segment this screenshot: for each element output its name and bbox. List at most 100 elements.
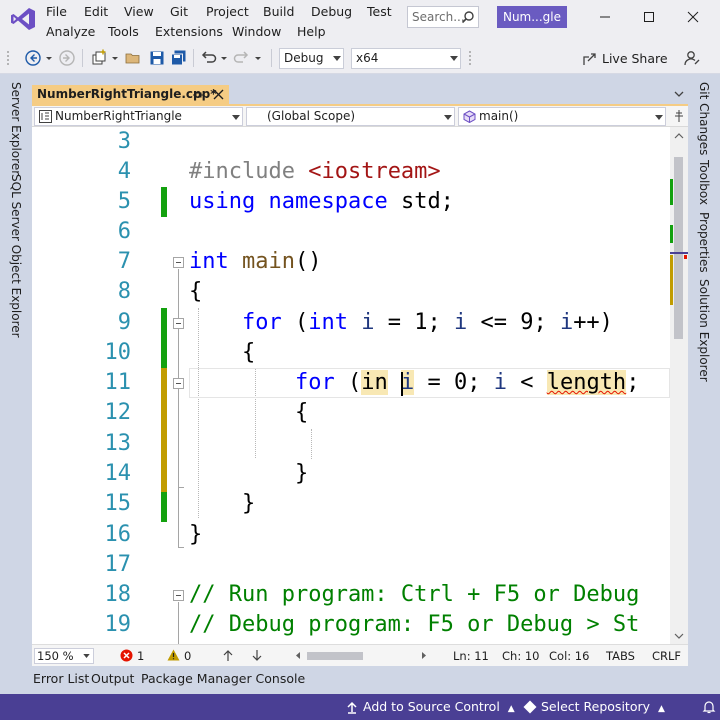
zoom-select[interactable]: 150 % bbox=[34, 648, 94, 664]
error-list-tab[interactable]: Error List bbox=[33, 671, 89, 686]
sql-server-object-explorer-tab[interactable]: SQL Server Object Explorer bbox=[9, 174, 23, 338]
new-project-dropdown-icon[interactable] bbox=[110, 49, 120, 67]
split-editor-icon[interactable] bbox=[672, 110, 686, 122]
undo-dropdown-icon[interactable] bbox=[219, 49, 229, 67]
open-file-icon[interactable] bbox=[124, 49, 142, 67]
menu-help[interactable]: Help bbox=[296, 24, 327, 40]
vertical-scrollbar[interactable] bbox=[670, 127, 688, 644]
menu-test[interactable]: Test bbox=[366, 4, 393, 20]
line-number: 19 bbox=[104, 612, 132, 637]
navigation-bar: NumberRightTriangle (Global Scope) main(… bbox=[32, 106, 688, 127]
close-window-icon[interactable] bbox=[681, 6, 705, 28]
warning-icon[interactable] bbox=[167, 649, 180, 661]
arrow-up-icon[interactable] bbox=[222, 649, 234, 662]
title-bar: File Edit View Git Project Build Debug T… bbox=[0, 0, 720, 43]
code-text: { bbox=[294, 400, 309, 425]
navigate-back-icon[interactable] bbox=[24, 49, 42, 67]
horizontal-scrollbar-thumb[interactable] bbox=[307, 652, 363, 660]
scroll-up-icon[interactable] bbox=[674, 132, 684, 140]
variable: i bbox=[493, 370, 507, 395]
indentation-indicator[interactable]: TABS bbox=[606, 649, 635, 663]
code-text: std; bbox=[387, 189, 454, 214]
tab-list-dropdown-icon[interactable] bbox=[672, 87, 686, 101]
line-number: 10 bbox=[104, 340, 132, 365]
line-indicator[interactable]: Ln: 11 bbox=[453, 649, 489, 663]
collapse-comment-icon[interactable] bbox=[173, 590, 184, 601]
chevron-down-icon bbox=[655, 115, 663, 120]
solution-name-badge[interactable]: Num...gle bbox=[497, 6, 567, 28]
outline-end bbox=[178, 547, 184, 548]
menu-debug[interactable]: Debug bbox=[310, 4, 353, 20]
line-number: 14 bbox=[104, 461, 132, 486]
menu-file[interactable]: File bbox=[45, 4, 68, 20]
navigate-forward-icon[interactable] bbox=[58, 49, 76, 67]
menu-tools[interactable]: Tools bbox=[107, 24, 140, 40]
save-icon[interactable] bbox=[148, 49, 166, 67]
platform-select[interactable]: x64 bbox=[351, 48, 461, 69]
visual-studio-logo-icon[interactable] bbox=[10, 6, 36, 32]
menu-extensions[interactable]: Extensions bbox=[154, 24, 224, 40]
add-to-source-control-button[interactable]: Add to Source Control ▲ bbox=[345, 699, 515, 714]
properties-tab[interactable]: Properties bbox=[697, 212, 711, 273]
output-tab[interactable]: Output bbox=[91, 671, 134, 686]
server-explorer-tab[interactable]: Server Explorer bbox=[9, 82, 23, 175]
live-share-button[interactable]: Live Share bbox=[580, 49, 668, 69]
select-repository-button[interactable]: Select Repository ▲ bbox=[523, 699, 665, 714]
close-icon[interactable] bbox=[213, 89, 224, 100]
member-dropdown[interactable]: main() bbox=[458, 107, 666, 126]
configuration-select[interactable]: Debug bbox=[279, 48, 344, 69]
scrollbar-thumb[interactable] bbox=[674, 157, 683, 339]
line-ending-indicator[interactable]: CRLF bbox=[652, 649, 681, 663]
search-box[interactable]: Search... bbox=[407, 6, 479, 28]
scroll-right-icon[interactable] bbox=[420, 651, 428, 660]
live-share-label: Live Share bbox=[602, 51, 668, 66]
menu-view[interactable]: View bbox=[123, 4, 155, 20]
git-diamond-icon bbox=[523, 700, 537, 714]
error-icon[interactable] bbox=[120, 649, 133, 662]
new-project-icon[interactable] bbox=[90, 49, 108, 67]
error-count[interactable]: 1 bbox=[137, 649, 144, 663]
text-caret bbox=[401, 372, 403, 396]
feedback-person-icon[interactable] bbox=[683, 49, 701, 67]
collapse-inner-for-icon[interactable] bbox=[173, 378, 184, 389]
menu-build[interactable]: Build bbox=[262, 4, 295, 20]
menu-git[interactable]: Git bbox=[169, 4, 189, 20]
collapse-main-icon[interactable] bbox=[173, 257, 184, 268]
maximize-icon[interactable] bbox=[637, 6, 661, 28]
scroll-down-icon[interactable] bbox=[674, 632, 684, 640]
collapse-for-icon[interactable] bbox=[173, 318, 184, 329]
menu-analyze[interactable]: Analyze bbox=[45, 24, 96, 40]
add-to-source-control-label: Add to Source Control bbox=[363, 699, 500, 714]
char-indicator[interactable]: Ch: 10 bbox=[502, 649, 539, 663]
code-text: = 1; bbox=[374, 310, 454, 335]
notifications-bell-icon[interactable] bbox=[702, 700, 716, 714]
undo-icon[interactable] bbox=[199, 49, 217, 67]
back-dropdown-icon[interactable] bbox=[44, 49, 54, 67]
pin-icon[interactable] bbox=[192, 89, 204, 101]
project-dropdown[interactable]: NumberRightTriangle bbox=[34, 107, 243, 126]
menu-window[interactable]: Window bbox=[231, 24, 282, 40]
redo-dropdown-icon[interactable] bbox=[253, 49, 263, 67]
column-indicator[interactable]: Col: 16 bbox=[549, 649, 589, 663]
menu-project[interactable]: Project bbox=[205, 4, 250, 20]
scope-dropdown[interactable]: (Global Scope) bbox=[246, 107, 455, 126]
toolbar-grip-icon[interactable] bbox=[466, 49, 474, 67]
code-text: = 0; bbox=[414, 370, 494, 395]
toolbox-tab[interactable]: Toolbox bbox=[697, 160, 711, 205]
redo-icon[interactable] bbox=[233, 49, 251, 67]
solution-explorer-tab[interactable]: Solution Explorer bbox=[697, 279, 711, 382]
menu-edit[interactable]: Edit bbox=[83, 4, 109, 20]
warning-count[interactable]: 0 bbox=[184, 649, 191, 663]
document-tab[interactable]: NumberRightTriangle.cpp* bbox=[32, 85, 229, 104]
code-editor[interactable]: 3 4 5 6 7 8 9 10 11 12 13 14 15 16 17 18… bbox=[32, 127, 670, 644]
minimize-icon[interactable] bbox=[593, 6, 617, 28]
line-number: 15 bbox=[104, 491, 132, 516]
git-changes-tab[interactable]: Git Changes bbox=[697, 82, 711, 155]
save-all-icon[interactable] bbox=[170, 49, 188, 67]
saved-change-marker bbox=[161, 492, 167, 522]
package-manager-console-tab[interactable]: Package Manager Console bbox=[141, 671, 305, 686]
toolbar-grip-icon[interactable] bbox=[6, 49, 14, 67]
arrow-down-icon[interactable] bbox=[251, 649, 263, 662]
scroll-left-icon[interactable] bbox=[294, 651, 302, 660]
toolbar-separator bbox=[82, 49, 83, 67]
